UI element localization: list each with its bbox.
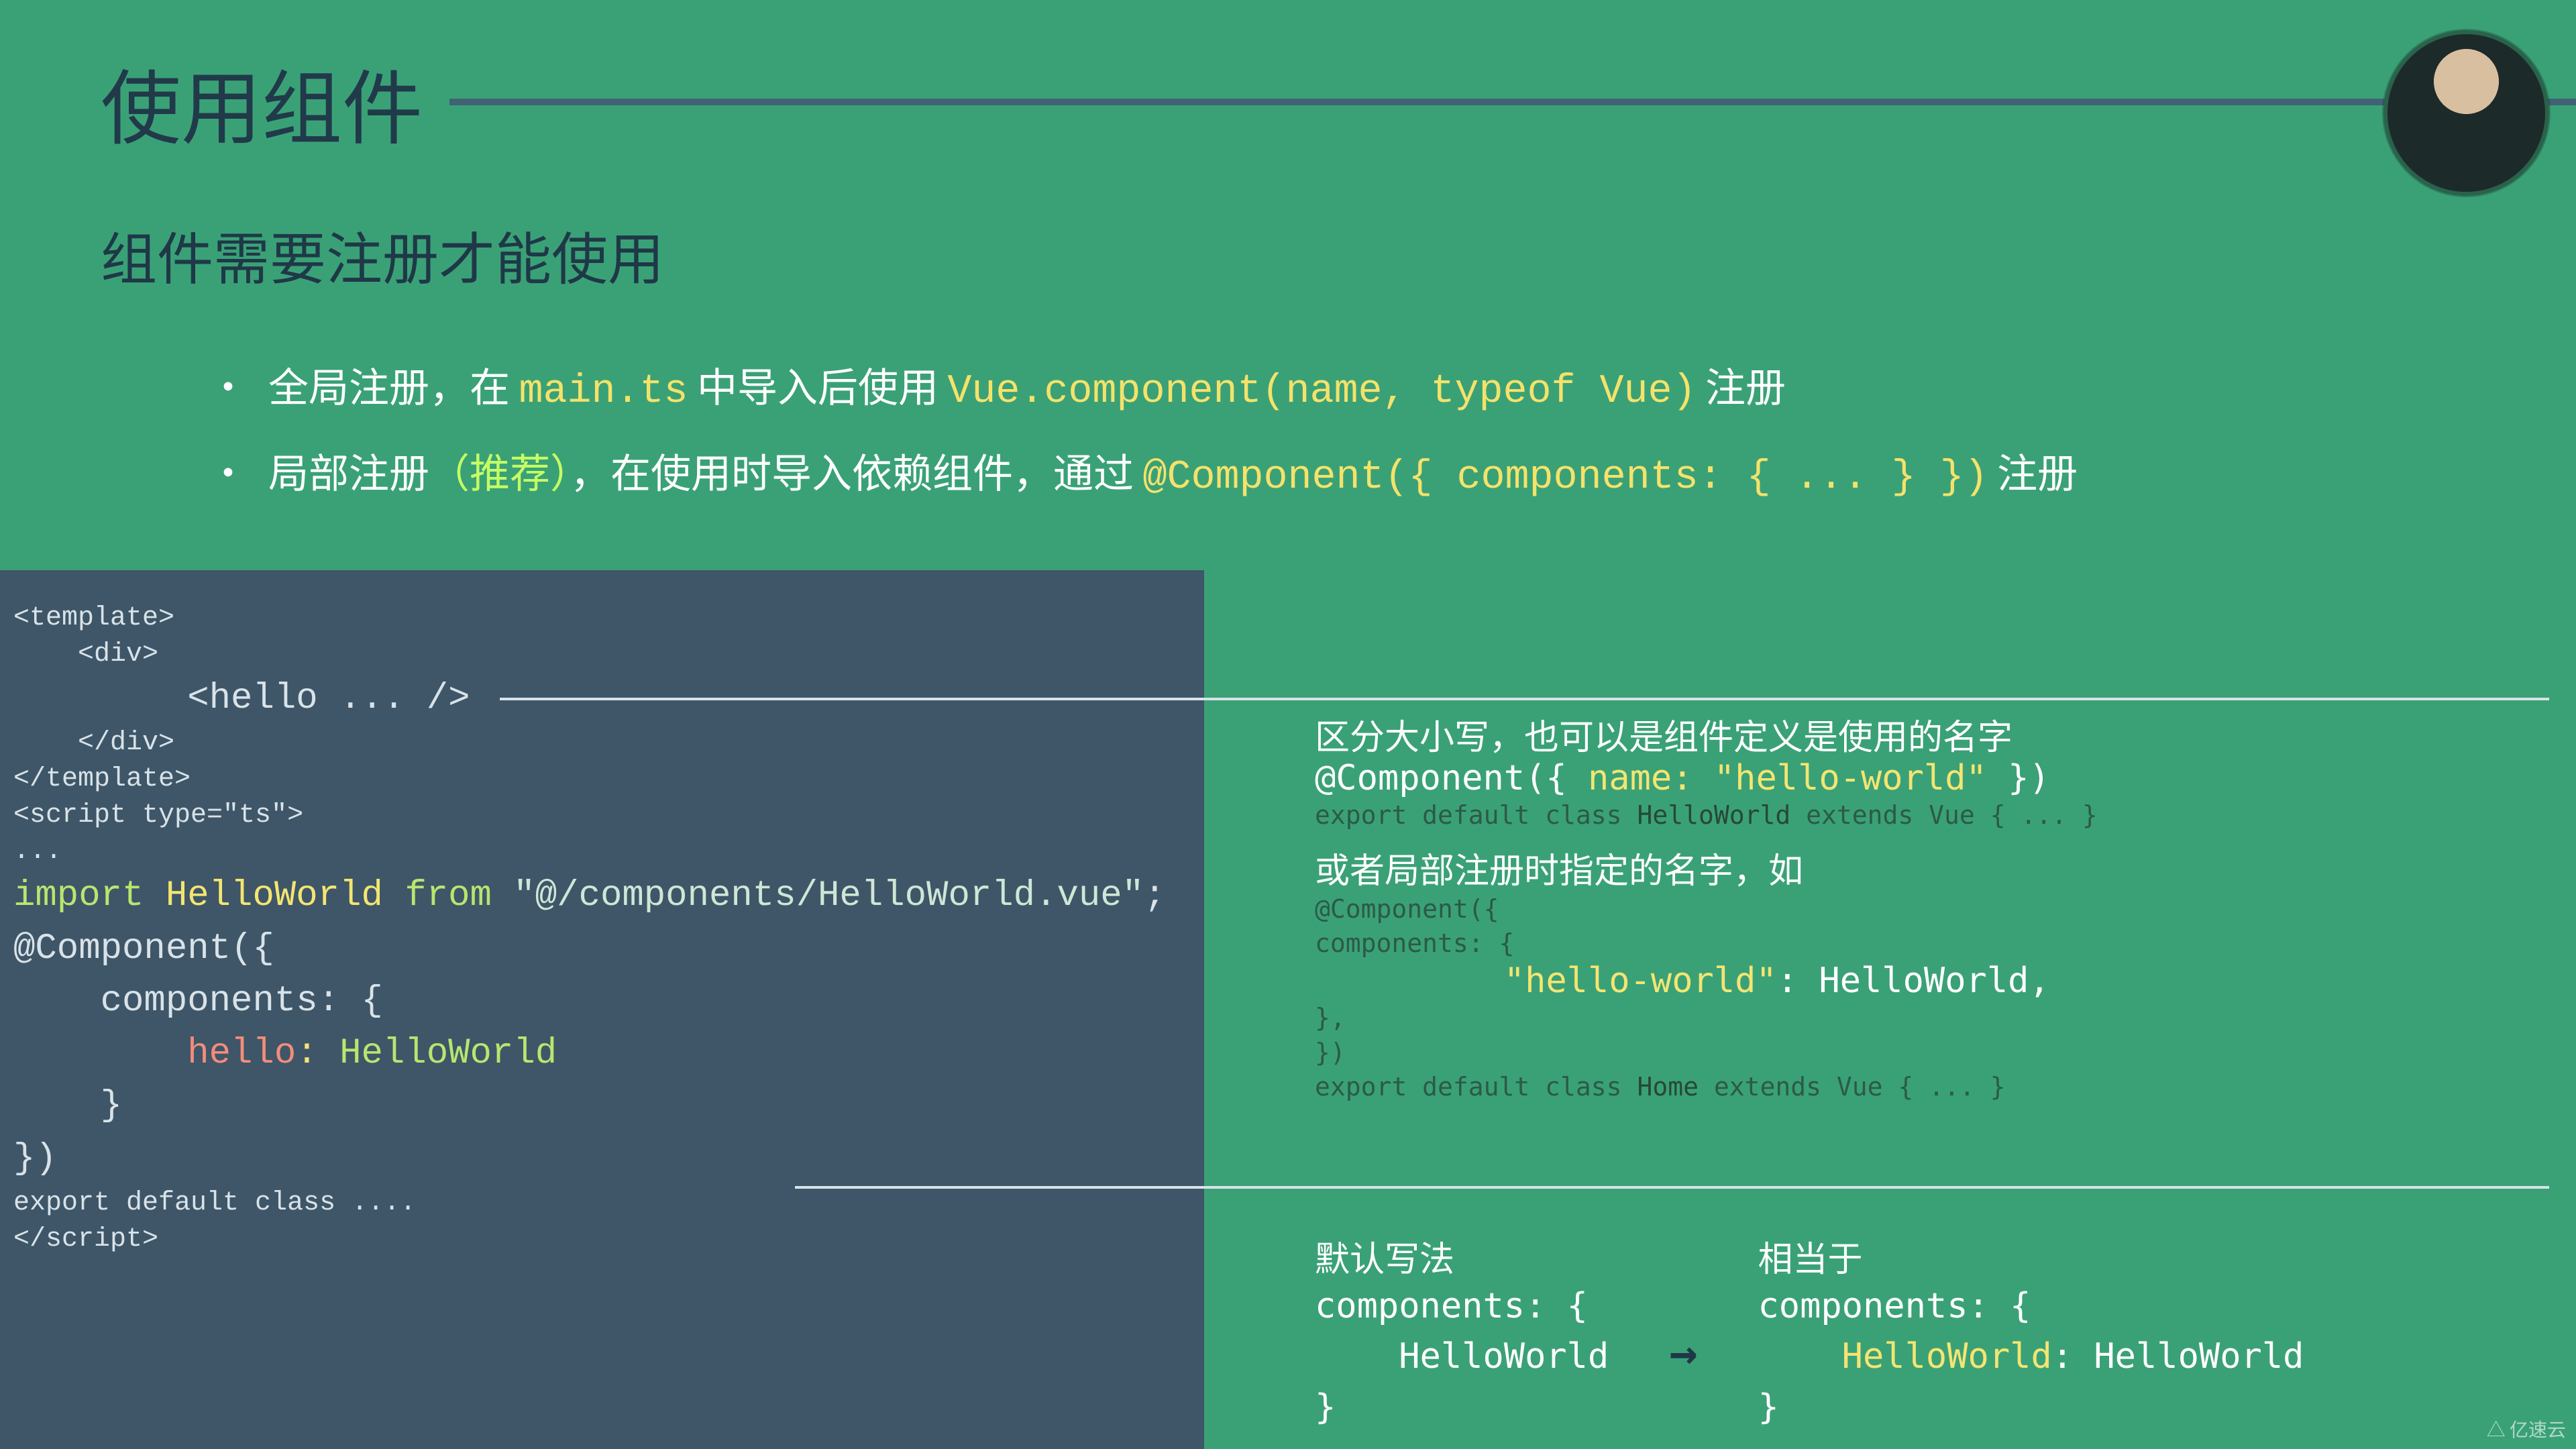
annotation-block-1: 区分大小写，也可以是组件定义是使用的名字 @Component({ name: … [1315,711,2549,1104]
bullet-1-text-b: 中导入后使用 [688,356,948,414]
code-mapping: hello: HelloWorld [13,1028,1191,1080]
bullet-1-code-2: Vue.component(name, typeof Vue) [947,369,1696,415]
anno1-c2l2: components: { [1315,926,2549,961]
code-template-open: <template> [13,600,1191,637]
anno1-export-1: export default class HelloWorld extends … [1315,798,2549,833]
anno1-decorator: @Component({ name: "hello-world" }) [1315,758,2549,798]
anno1-caption-2: 或者局部注册时指定的名字，如 [1315,845,2549,892]
bullet-list: •全局注册，在 main.ts 中导入后使用 Vue.component(nam… [208,345,2078,517]
default-writing-caption: 默认写法 [1315,1231,1609,1281]
equivalent-writing: 相当于 components: { HelloWorld: HelloWorld… [1758,1231,2304,1433]
avatar [2383,30,2549,196]
code-script-open: <script type="ts"> [13,798,1191,834]
bullet-1-text-a: 全局注册，在 [268,356,519,414]
default-writing: 默认写法 components: { HelloWorld } [1315,1231,1609,1433]
connector-line-2 [795,1186,2549,1189]
bullet-2: •局部注册（推荐），在使用时导入依赖组件，通过 @Component({ com… [208,431,2078,517]
bullet-2-text-a: 局部注册 [268,441,429,500]
arrow-icon: → [1669,1325,1697,1380]
code-decorator-close: }) [13,1133,1191,1185]
code-components-open: components: { [13,975,1191,1028]
anno1-export-2: export default class Home extends Vue { … [1315,1070,2549,1104]
bullet-2-text-b: ，在使用时导入依赖组件，通过 [570,441,1142,500]
code-div-close: </div> [13,725,1191,761]
anno1-caption-1: 区分大小写，也可以是组件定义是使用的名字 [1315,711,2549,758]
anno1-c2l4: }, [1315,1001,2549,1035]
connector-line-1 [500,698,2549,700]
code-decorator-open: @Component({ [13,923,1191,975]
anno1-c2l5: }) [1315,1036,2549,1070]
code-script-close: </script> [13,1222,1191,1258]
bullet-1-code-1: main.ts [519,369,688,415]
bullet-1-text-c: 注册 [1697,356,1786,414]
title-row: 使用组件 [0,44,2576,160]
anno1-c2l3: ........ "hello-world": HelloWorld, [1315,961,2549,1001]
slide-subtitle: 组件需要注册才能使用 [101,215,664,296]
equivalent-writing-caption: 相当于 [1758,1231,2304,1281]
slide-title: 使用组件 [101,44,423,160]
bullet-2-code: @Component({ components: { ... } }) [1142,455,1988,500]
code-ellipsis: ... [13,834,1191,870]
watermark: △ 亿速云 [2487,1415,2566,1442]
annotation-block-2: 默认写法 components: { HelloWorld } → 相当于 co… [1315,1231,2304,1433]
code-components-close: } [13,1080,1191,1132]
code-panel: <template> <div> <hello ... /> </div> </… [0,570,1204,1449]
code-div-open: <div> [13,637,1191,673]
code-template-close: </template> [13,761,1191,798]
anno1-c2l1: @Component({ [1315,892,2549,926]
bullet-2-text-c: 注册 [1988,441,2078,500]
bullet-1: •全局注册，在 main.ts 中导入后使用 Vue.component(nam… [208,345,2078,431]
code-export: export default class .... [13,1185,1191,1222]
code-import: import HelloWorld from "@/components/Hel… [13,870,1191,922]
title-divider [449,99,2576,105]
bullet-2-recommended: （推荐） [429,441,570,500]
